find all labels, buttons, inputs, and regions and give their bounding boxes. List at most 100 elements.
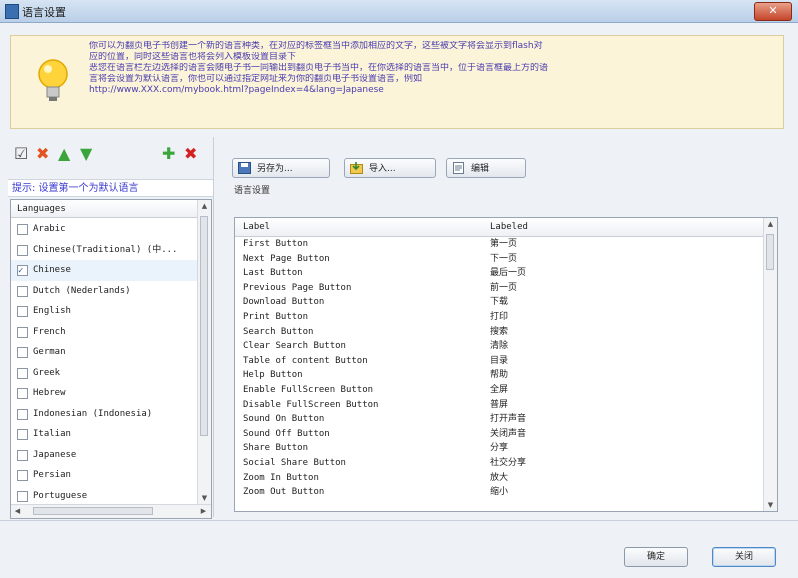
language-checkbox[interactable] bbox=[17, 306, 28, 317]
grid-value-cell[interactable]: 清除 bbox=[490, 339, 508, 353]
grid-value-cell[interactable]: 关闭声音 bbox=[490, 427, 526, 441]
grid-row[interactable]: Table of content Button 目录 bbox=[235, 354, 763, 369]
language-item[interactable]: Dutch (Nederlands) bbox=[11, 281, 197, 302]
scroll-thumb[interactable] bbox=[200, 216, 208, 436]
language-label: Chinese bbox=[33, 265, 71, 275]
language-list-header[interactable]: Languages bbox=[11, 200, 197, 218]
grid-row[interactable]: Enable FullScreen Button 全屏 bbox=[235, 383, 763, 398]
section-label: 语言设置 bbox=[234, 186, 271, 196]
grid-vscroll[interactable]: ▲ ▼ bbox=[763, 218, 777, 511]
grid-value-cell[interactable]: 社交分享 bbox=[490, 456, 526, 470]
grid-row[interactable]: Search Button 搜索 bbox=[235, 325, 763, 340]
grid-value-cell[interactable]: 下载 bbox=[490, 295, 508, 309]
save-as-button[interactable]: 另存为... bbox=[232, 158, 330, 178]
edit-button[interactable]: 编辑 bbox=[446, 158, 526, 178]
language-checkbox[interactable] bbox=[17, 470, 28, 481]
grid-row[interactable]: Download Button 下载 bbox=[235, 295, 763, 310]
grid-value-cell[interactable]: 打开声音 bbox=[490, 412, 526, 426]
check-all-icon[interactable]: ☑ bbox=[14, 145, 28, 163]
language-checkbox[interactable] bbox=[17, 261, 28, 281]
grid-value-cell[interactable]: 最后一页 bbox=[490, 266, 526, 280]
grid-value-cell[interactable]: 普屏 bbox=[490, 398, 508, 412]
scroll-left-icon[interactable]: ◀ bbox=[11, 505, 24, 517]
language-checkbox[interactable] bbox=[17, 429, 28, 440]
language-checkbox[interactable] bbox=[17, 449, 28, 461]
close-window-button[interactable]: ✕ bbox=[754, 2, 792, 21]
grid-value-cell[interactable]: 分享 bbox=[490, 441, 508, 455]
grid-value-cell[interactable]: 缩小 bbox=[490, 485, 508, 499]
add-language-icon[interactable]: ✚ bbox=[162, 145, 175, 163]
language-item[interactable]: Arabic bbox=[11, 219, 197, 240]
move-up-icon[interactable]: ▲ bbox=[58, 145, 70, 163]
language-checkbox[interactable] bbox=[17, 224, 28, 235]
grid-row[interactable]: Next Page Button 下一页 bbox=[235, 252, 763, 267]
grid-value-cell[interactable]: 第一页 bbox=[490, 237, 517, 251]
language-items: Arabic Chinese(Traditional) (中... Chinese D… bbox=[11, 219, 197, 504]
grid-row[interactable]: Print Button 打印 bbox=[235, 310, 763, 325]
language-list[interactable]: Languages Arabic Chinese(Traditional) (中.… bbox=[10, 199, 212, 519]
scroll-up-icon[interactable]: ▲ bbox=[764, 218, 777, 230]
language-checkbox[interactable] bbox=[17, 285, 28, 297]
language-item[interactable]: French bbox=[11, 322, 197, 343]
language-list-hscroll[interactable]: ◀ ▶ bbox=[11, 504, 211, 518]
language-checkbox[interactable] bbox=[17, 244, 28, 256]
grid-value-cell[interactable]: 前一页 bbox=[490, 281, 517, 295]
scroll-up-icon[interactable]: ▲ bbox=[198, 200, 211, 212]
column-label-header[interactable]: Label bbox=[243, 218, 270, 236]
info-line: 言将会设置为默认语言，你也可以通过指定网址来为你的翻页电子书设置语言，例如 bbox=[89, 74, 423, 84]
language-item[interactable]: Persian bbox=[11, 465, 197, 486]
label-grid[interactable]: Label Labeled First Button 第一页 Next Page B… bbox=[234, 217, 778, 512]
grid-value-cell[interactable]: 打印 bbox=[490, 310, 508, 324]
language-item[interactable]: Greek bbox=[11, 363, 197, 384]
delete-language-icon[interactable]: ✖ bbox=[184, 145, 197, 163]
window-title: 语言设置 bbox=[22, 6, 66, 19]
ok-button[interactable]: 确定 bbox=[624, 547, 688, 567]
scroll-right-icon[interactable]: ▶ bbox=[197, 505, 210, 517]
language-checkbox[interactable] bbox=[17, 408, 28, 420]
hscroll-thumb[interactable] bbox=[33, 507, 153, 515]
language-item[interactable]: Japanese bbox=[11, 445, 197, 466]
grid-row[interactable]: Help Button 帮助 bbox=[235, 368, 763, 383]
grid-value-cell[interactable]: 放大 bbox=[490, 471, 508, 485]
scroll-down-icon[interactable]: ▼ bbox=[198, 492, 211, 504]
grid-value-cell[interactable]: 目录 bbox=[490, 354, 508, 368]
language-checkbox[interactable] bbox=[17, 490, 28, 502]
language-item[interactable]: Hebrew bbox=[11, 383, 197, 404]
grid-row[interactable]: Zoom In Button 放大 bbox=[235, 471, 763, 486]
grid-row[interactable]: Sound Off Button 关闭声音 bbox=[235, 427, 763, 442]
grid-value-cell[interactable]: 下一页 bbox=[490, 252, 517, 266]
import-button[interactable]: 导入... bbox=[344, 158, 436, 178]
scroll-down-icon[interactable]: ▼ bbox=[764, 499, 777, 511]
language-checkbox[interactable] bbox=[17, 388, 28, 399]
title-bar[interactable]: 语言设置 ✕ bbox=[0, 0, 798, 23]
grid-row[interactable]: Zoom Out Button 缩小 bbox=[235, 485, 763, 500]
language-item[interactable]: Indonesian (Indonesia) bbox=[11, 404, 197, 425]
grid-value-cell[interactable]: 搜索 bbox=[490, 325, 508, 339]
grid-row[interactable]: Sound On Button 打开声音 bbox=[235, 412, 763, 427]
language-list-vscroll[interactable]: ▲ ▼ bbox=[197, 200, 211, 504]
remove-icon[interactable]: ✖ bbox=[36, 145, 49, 163]
language-checkbox[interactable] bbox=[17, 367, 28, 379]
column-labeled-header[interactable]: Labeled bbox=[490, 218, 528, 236]
grid-value-cell[interactable]: 帮助 bbox=[490, 368, 508, 382]
language-checkbox[interactable] bbox=[17, 347, 28, 358]
grid-row[interactable]: Social Share Button 社交分享 bbox=[235, 456, 763, 471]
grid-label-cell: Download Button bbox=[243, 297, 325, 308]
move-down-icon[interactable]: ▼ bbox=[80, 145, 92, 163]
close-button[interactable]: 关闭 bbox=[712, 547, 776, 567]
language-item[interactable]: English bbox=[11, 301, 197, 322]
language-item[interactable]: Chinese bbox=[11, 260, 197, 281]
grid-row[interactable]: First Button 第一页 bbox=[235, 237, 763, 252]
scroll-thumb[interactable] bbox=[766, 234, 774, 270]
grid-row[interactable]: Disable FullScreen Button 普屏 bbox=[235, 398, 763, 413]
grid-row[interactable]: Previous Page Button 前一页 bbox=[235, 281, 763, 296]
grid-row[interactable]: Clear Search Button 清除 bbox=[235, 339, 763, 354]
language-item[interactable]: German bbox=[11, 342, 197, 363]
grid-value-cell[interactable]: 全屏 bbox=[490, 383, 508, 397]
language-item[interactable]: Chinese(Traditional) (中... bbox=[11, 240, 197, 261]
grid-row[interactable]: Last Button 最后一页 bbox=[235, 266, 763, 281]
grid-row[interactable]: Share Button 分享 bbox=[235, 441, 763, 456]
language-item[interactable]: Portuguese bbox=[11, 486, 197, 505]
language-checkbox[interactable] bbox=[17, 326, 28, 338]
language-item[interactable]: Italian bbox=[11, 424, 197, 445]
